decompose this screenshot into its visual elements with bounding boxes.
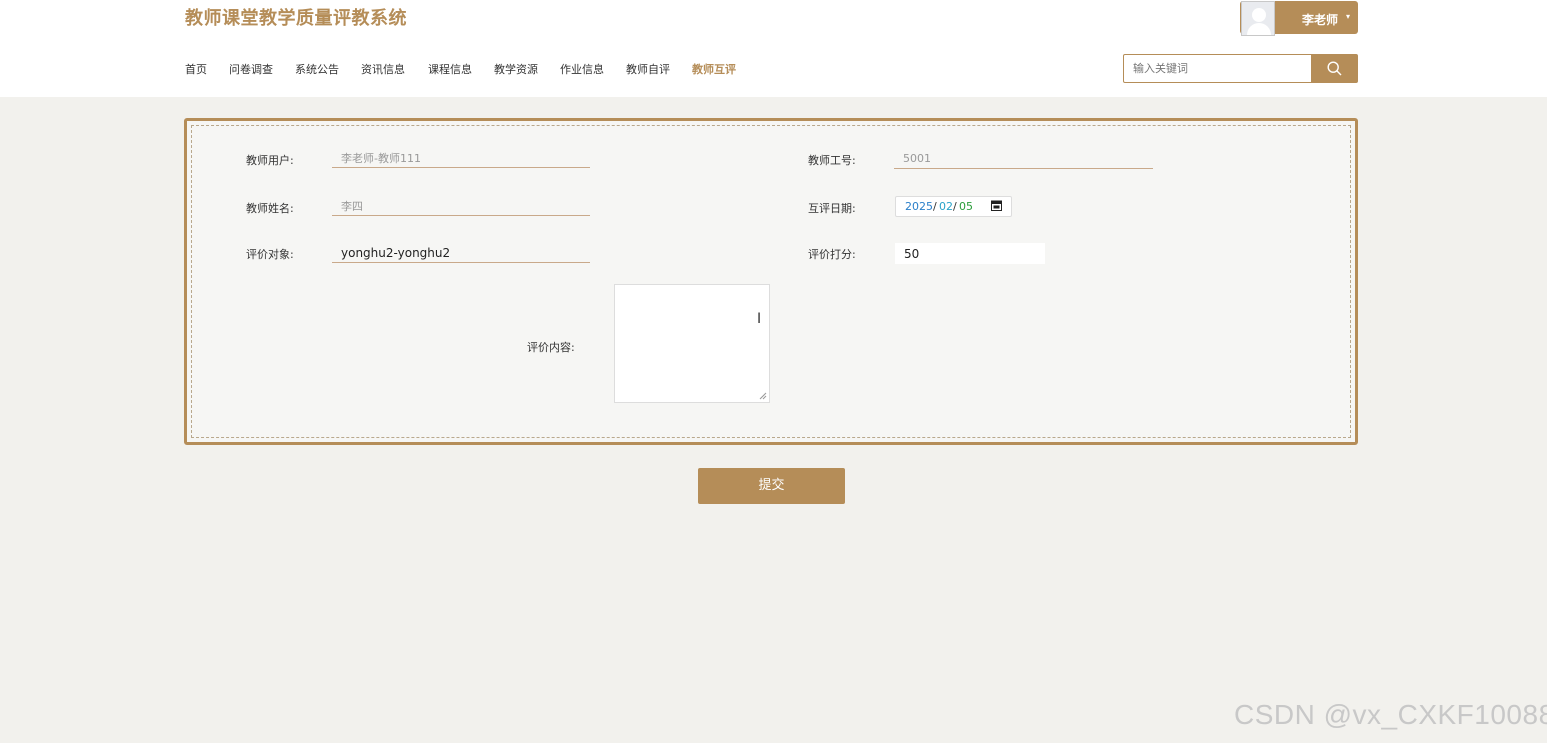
nav-item-resources[interactable]: 教学资源 xyxy=(494,61,538,77)
text-cursor-icon: I xyxy=(757,311,762,327)
teacher-id-label: 教师工号: xyxy=(808,154,856,167)
score-field[interactable] xyxy=(895,243,1045,264)
chevron-down-icon: ▾ xyxy=(1346,12,1351,21)
nav-item-survey[interactable]: 问卷调查 xyxy=(229,61,273,77)
calendar-icon[interactable] xyxy=(991,200,1002,211)
score-label: 评价打分: xyxy=(808,248,856,261)
date-year: 2025 xyxy=(905,200,933,213)
search-button[interactable] xyxy=(1311,54,1358,83)
teacher-id-field[interactable] xyxy=(894,149,1153,169)
date-month: 02 xyxy=(939,200,953,213)
teacher-name-field[interactable] xyxy=(332,196,590,216)
watermark: CSDN @vx_CXKF10088 xyxy=(1234,699,1547,730)
teacher-name-label: 教师姓名: xyxy=(246,202,294,215)
date-separator: / xyxy=(953,200,957,213)
content-textarea[interactable] xyxy=(614,284,770,403)
nav-item-self-eval[interactable]: 教师自评 xyxy=(626,61,670,77)
resize-handle-icon[interactable] xyxy=(759,392,767,400)
date-day: 05 xyxy=(959,200,973,213)
site-title: 教师课堂教学质量评教系统 xyxy=(185,8,407,29)
teacher-user-label: 教师用户: xyxy=(246,154,294,167)
avatar xyxy=(1241,1,1275,36)
search-icon xyxy=(1327,61,1342,76)
nav-item-courses[interactable]: 课程信息 xyxy=(428,61,472,77)
submit-button[interactable]: 提交 xyxy=(698,468,845,504)
top-header: 教师课堂教学质量评教系统 李老师 ▾ 首页 问卷调查 系统公告 资讯信息 课程信… xyxy=(0,0,1547,97)
date-separator: / xyxy=(933,200,937,213)
nav-item-homework[interactable]: 作业信息 xyxy=(560,61,604,77)
nav-item-peer-eval[interactable]: 教师互评 xyxy=(692,61,736,77)
form-inner-border xyxy=(191,125,1351,438)
teacher-user-field[interactable] xyxy=(332,148,590,168)
target-field[interactable] xyxy=(332,243,590,263)
content-label: 评价内容: xyxy=(527,341,575,354)
nav-item-announcements[interactable]: 系统公告 xyxy=(295,61,339,77)
search-input[interactable] xyxy=(1123,54,1312,83)
user-menu-button[interactable]: 李老师 ▾ xyxy=(1240,1,1358,36)
eval-date-input[interactable]: 2025 / 02 / 05 xyxy=(895,196,1012,217)
eval-date-label: 互评日期: xyxy=(808,202,856,215)
user-name: 李老师 xyxy=(1302,13,1339,27)
nav-item-home[interactable]: 首页 xyxy=(185,61,207,77)
nav-item-news[interactable]: 资讯信息 xyxy=(361,61,405,77)
target-label: 评价对象: xyxy=(246,248,294,261)
